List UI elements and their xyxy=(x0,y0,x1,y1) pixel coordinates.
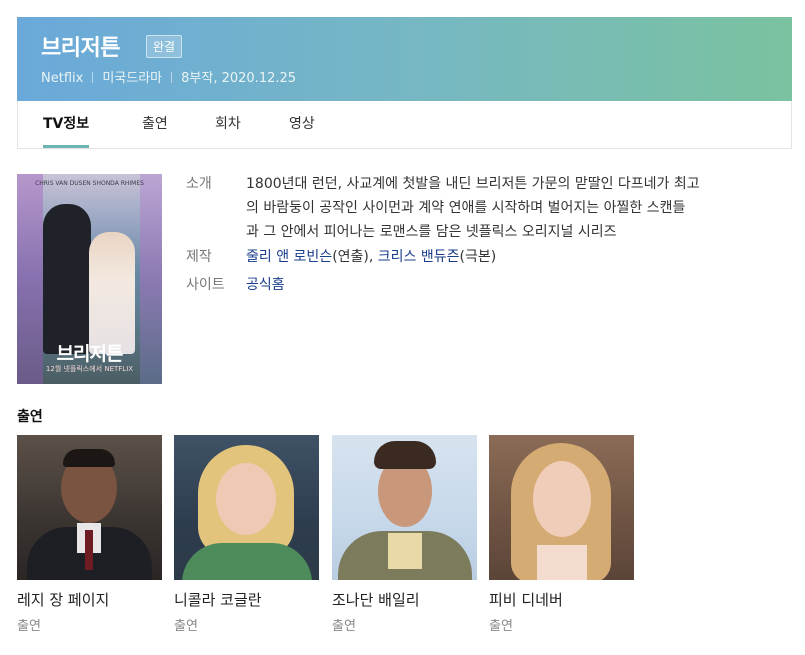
cast-card[interactable]: 피비 디네버 출연 xyxy=(489,435,634,634)
director-link[interactable]: 줄리 앤 로빈슨 xyxy=(246,249,332,265)
tab-video[interactable]: 영상 xyxy=(289,101,315,148)
summary-text: 1800년대 런던, 사교계에 첫발을 내딘 브리저튼 가문의 맏딸인 다프네가… xyxy=(246,172,766,244)
cast-name[interactable]: 니콜라 코글란 xyxy=(174,589,262,610)
title-banner: 브리저튼 완결 Netflix 미국드라마 8부작, 2020.12.25 xyxy=(17,17,792,101)
production-label: 제작 xyxy=(186,249,212,265)
official-site-link[interactable]: 공식홈 xyxy=(246,277,285,293)
cast-photo[interactable] xyxy=(332,435,477,580)
meta-divider xyxy=(171,72,173,83)
tab-episodes[interactable]: 회차 xyxy=(215,101,241,148)
site-value: 공식홈 xyxy=(246,273,766,297)
meta-episodes-date: 8부작, 2020.12.25 xyxy=(181,71,297,86)
summary-line: 1800년대 런던, 사교계에 첫발을 내딘 브리저튼 가문의 맏딸인 다프네가… xyxy=(246,176,700,192)
poster-title: 브리저튼 xyxy=(56,343,124,365)
poster-figure-woman xyxy=(89,232,135,354)
cast-role: 출연 xyxy=(17,619,41,634)
cast-top xyxy=(182,543,312,580)
summary-line: 의 바람둥이 공작인 사이먼과 계약 연애를 시작하며 벌어지는 아찔한 스캔들 xyxy=(246,200,686,216)
cast-name[interactable]: 피비 디네버 xyxy=(489,589,563,610)
tab-tv-info[interactable]: TV정보 xyxy=(43,101,90,148)
tab-cast[interactable]: 출연 xyxy=(142,101,168,148)
cast-neck xyxy=(537,545,587,580)
writer-role: (극본) xyxy=(459,249,497,265)
cast-hair xyxy=(63,449,115,467)
status-badge: 완결 xyxy=(146,35,183,58)
cast-sweater xyxy=(388,533,422,569)
cast-photo[interactable] xyxy=(489,435,634,580)
cast-role: 출연 xyxy=(489,619,513,634)
director-role: (연출), xyxy=(332,249,378,265)
cast-name[interactable]: 조나단 배일리 xyxy=(332,589,420,610)
poster-subtitle: 12월 넷플릭스에서 NETFLIX xyxy=(45,365,134,373)
cast-tie xyxy=(85,530,93,570)
cast-photo[interactable] xyxy=(17,435,162,580)
meta-genre: 미국드라마 xyxy=(102,71,163,86)
poster-credits: CHRIS VAN DUSEN SHONDA RHIMES xyxy=(35,180,144,187)
cast-hair xyxy=(374,441,436,469)
cast-role: 출연 xyxy=(174,619,198,634)
site-label: 사이트 xyxy=(186,277,225,293)
production-value: 줄리 앤 로빈슨(연출), 크리스 밴듀즌(극본) xyxy=(246,245,766,269)
meta-network: Netflix xyxy=(41,71,84,86)
poster-figure-man xyxy=(43,204,91,354)
cast-name[interactable]: 레지 장 페이지 xyxy=(17,589,109,610)
cast-card[interactable]: 니콜라 코글란 출연 xyxy=(174,435,319,634)
summary-line: 과 그 안에서 피어나는 로맨스를 담은 넷플릭스 오리지널 시리즈 xyxy=(246,224,617,240)
writer-link[interactable]: 크리스 밴듀즌 xyxy=(378,249,460,265)
cast-card[interactable]: 조나단 배일리 출연 xyxy=(332,435,477,634)
meta-line: Netflix 미국드라마 8부작, 2020.12.25 xyxy=(41,67,296,86)
cast-face xyxy=(216,463,276,535)
poster-image[interactable]: CHRIS VAN DUSEN SHONDA RHIMES 브리저튼 12월 넷… xyxy=(17,174,162,384)
page-title: 브리저튼 xyxy=(41,36,120,61)
cast-card[interactable]: 레지 장 페이지 출연 xyxy=(17,435,162,634)
cast-role: 출연 xyxy=(332,619,356,634)
meta-divider xyxy=(92,72,94,83)
cast-face xyxy=(533,461,591,537)
cast-photo[interactable] xyxy=(174,435,319,580)
cast-section-title: 출연 xyxy=(17,409,43,425)
summary-label: 소개 xyxy=(186,176,212,192)
tab-bar: TV정보 출연 회차 영상 xyxy=(17,101,792,149)
